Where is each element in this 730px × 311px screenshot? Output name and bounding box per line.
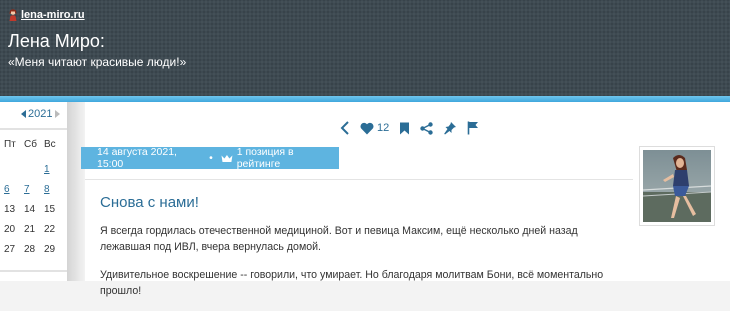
calendar-day-link[interactable]: 8 xyxy=(44,184,50,195)
prev-year-icon[interactable] xyxy=(21,110,26,118)
site-link[interactable]: lena-miro.ru xyxy=(21,9,85,21)
calendar-day-link[interactable]: 1 xyxy=(44,164,50,175)
post-divider xyxy=(85,179,633,180)
calendar-divider xyxy=(0,128,67,130)
flag-icon xyxy=(467,121,479,135)
post-paragraph: Удивительное воскрешение -- говорили, чт… xyxy=(100,269,604,297)
back-button[interactable] xyxy=(340,121,350,135)
calendar-day: 6 xyxy=(0,180,20,200)
calendar-day: 8 xyxy=(40,180,60,200)
author-avatar[interactable] xyxy=(639,146,715,226)
site-logo-icon xyxy=(9,9,17,21)
calendar-day: 22 xyxy=(44,224,56,235)
post-toolbar: 12 xyxy=(340,120,489,136)
bookmark-icon xyxy=(400,122,410,134)
next-year-icon[interactable] xyxy=(55,110,61,118)
calendar-day: 14 xyxy=(24,204,36,215)
post-card: 12 14 августа 2021, 15:00 • 1 позиция в … xyxy=(81,102,730,297)
calendar-day: 20 xyxy=(4,224,16,235)
calendar-day: 29 xyxy=(44,244,56,255)
calendar-day: 21 xyxy=(24,224,36,235)
calendar-day: 27 xyxy=(4,244,16,255)
weekday-label: Пт xyxy=(4,139,16,150)
calendar-shadow xyxy=(67,102,85,281)
meta-separator: • xyxy=(209,152,213,164)
post-paragraph: Я всегда гордилась отечественной медицин… xyxy=(100,225,578,253)
likes-count: 12 xyxy=(377,122,390,134)
calendar-year-nav: 2021 xyxy=(21,108,61,120)
calendar-grid: Пт Сб Вс 1 6 7 8 13 14 15 20 21 22 27 28… xyxy=(0,136,67,260)
blog-title[interactable]: Лена Миро: xyxy=(8,31,105,52)
bookmark-button[interactable] xyxy=(399,122,410,135)
calendar-day xyxy=(0,160,20,180)
calendar-day-link[interactable]: 7 xyxy=(24,184,30,195)
calendar-day xyxy=(20,160,40,180)
heart-icon xyxy=(360,122,374,134)
post-date[interactable]: 14 августа 2021, 15:00 xyxy=(97,146,205,170)
share-button[interactable] xyxy=(420,121,433,135)
calendar-divider xyxy=(0,270,67,272)
calendar-day: 7 xyxy=(20,180,40,200)
calendar-widget: 2021 Пт Сб Вс 1 6 7 8 13 14 15 20 21 22 … xyxy=(0,102,67,281)
calendar-day: 15 xyxy=(44,204,56,215)
weekday-label: Сб xyxy=(24,139,37,150)
pin-icon xyxy=(444,122,457,135)
post-rating[interactable]: 1 позиция в рейтинге xyxy=(237,146,339,170)
site-header: lena-miro.ru Лена Миро: «Меня читают кра… xyxy=(0,0,730,97)
calendar-day: 1 xyxy=(40,160,60,180)
site-logo-row[interactable]: lena-miro.ru xyxy=(8,9,85,21)
calendar-day-link[interactable]: 6 xyxy=(4,184,10,195)
post-meta-ribbon: 14 августа 2021, 15:00 • 1 позиция в рей… xyxy=(81,146,339,170)
calendar-year[interactable]: 2021 xyxy=(28,108,52,120)
blog-subtitle: «Меня читают красивые люди!» xyxy=(8,55,187,69)
calendar-day: 28 xyxy=(24,244,36,255)
crown-icon xyxy=(221,154,233,162)
share-icon xyxy=(420,121,433,135)
like-button[interactable]: 12 xyxy=(360,122,389,135)
calendar-day: 13 xyxy=(4,204,16,215)
weekday-label: Вс xyxy=(44,139,56,150)
back-icon xyxy=(340,121,349,135)
pin-button[interactable] xyxy=(443,121,457,135)
author-photo xyxy=(642,150,712,222)
post-title[interactable]: Снова с нами! xyxy=(100,194,199,211)
report-button[interactable] xyxy=(467,121,479,135)
post-body: Я всегда гордилась отечественной медицин… xyxy=(100,223,630,311)
